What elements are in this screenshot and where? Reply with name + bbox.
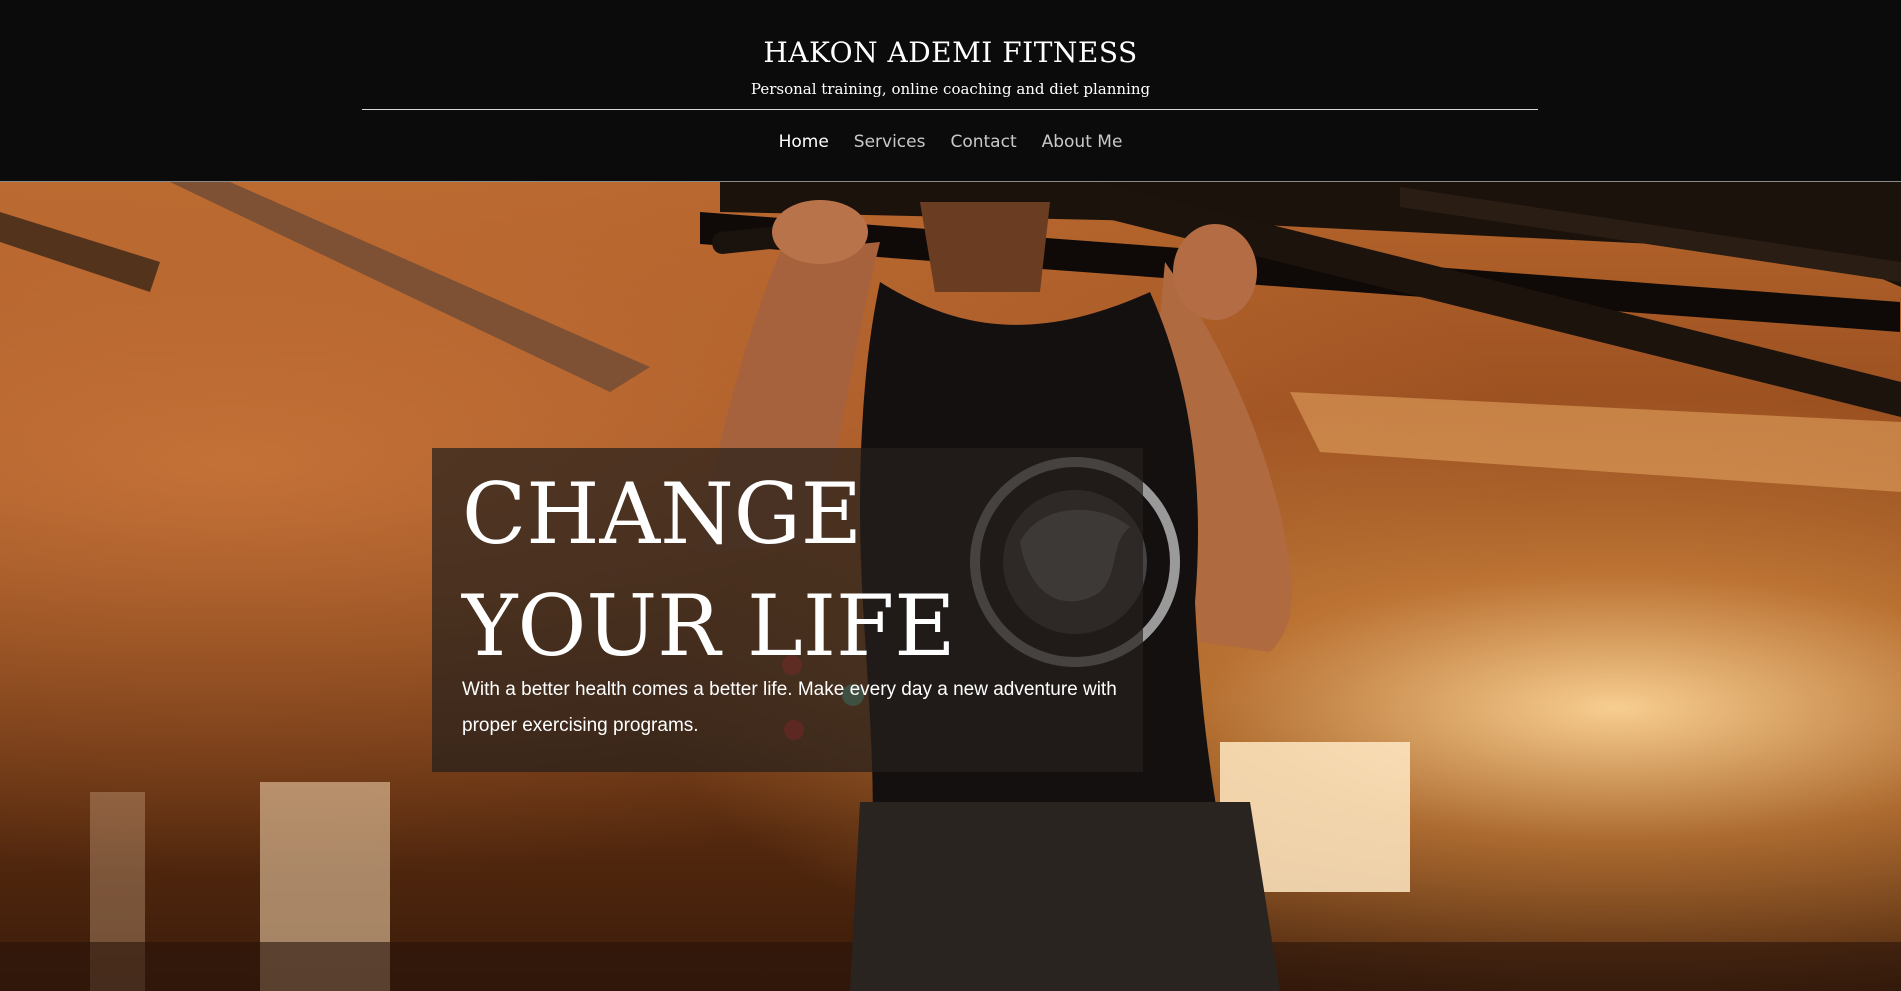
hero-headline-line-2: YOUR LIFE [462,577,956,675]
site-tagline: Personal training, online coaching and d… [750,80,1151,98]
nav-item-services[interactable]: Services [854,130,926,154]
hero-text-panel: CHANGE YOUR LIFE With a better health co… [432,448,1143,772]
main-nav: Home Services Contact About Me [0,130,1901,154]
hero-headline-line-1: CHANGE [462,465,863,563]
nav-item-home[interactable]: Home [779,130,829,154]
header-divider [362,109,1538,110]
hero-section: CHANGE YOUR LIFE With a better health co… [0,182,1901,991]
hero-subtext: With a better health comes a better life… [462,679,1117,736]
site-title[interactable]: HAKON ADEMI FITNESS [0,36,1901,69]
hero-headline: CHANGE YOUR LIFE [462,458,1122,682]
nav-item-contact[interactable]: Contact [950,130,1016,154]
nav-item-about-me[interactable]: About Me [1042,130,1123,154]
site-header: HAKON ADEMI FITNESS Personal training, o… [0,0,1901,182]
